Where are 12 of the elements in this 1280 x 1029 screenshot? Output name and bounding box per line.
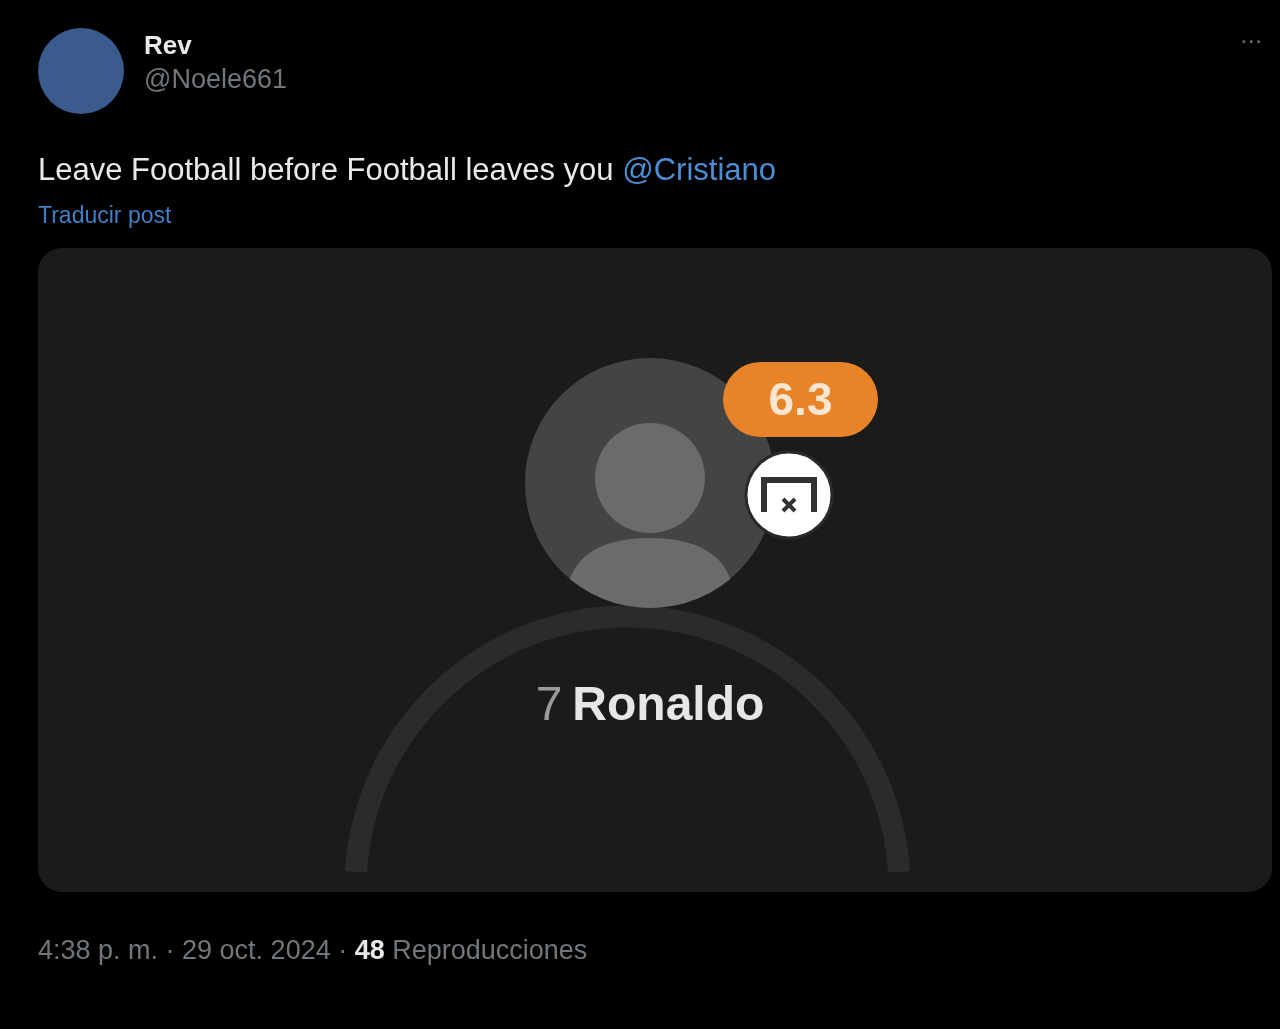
rating-badge: 6.3 [723,362,878,437]
more-button[interactable]: ··· [1239,28,1262,52]
author-name[interactable]: Rev [144,28,287,62]
player-name: Ronaldo [572,676,765,732]
post-meta: 4:38 p. m. · 29 oct. 2024 · 48 Reproducciones [38,934,589,967]
media-card[interactable]: 6.3 7 Ronaldo [38,248,1272,892]
translate-link[interactable]: Traducir post [38,200,172,230]
post-text: Leave Football before Football leaves you @Cristiano [38,151,777,189]
author-handle[interactable]: @Noele661 [144,62,287,96]
goal-icon [744,450,834,540]
shirt-number: 7 [535,676,563,732]
mention-link[interactable]: @Cristiano [622,152,776,187]
